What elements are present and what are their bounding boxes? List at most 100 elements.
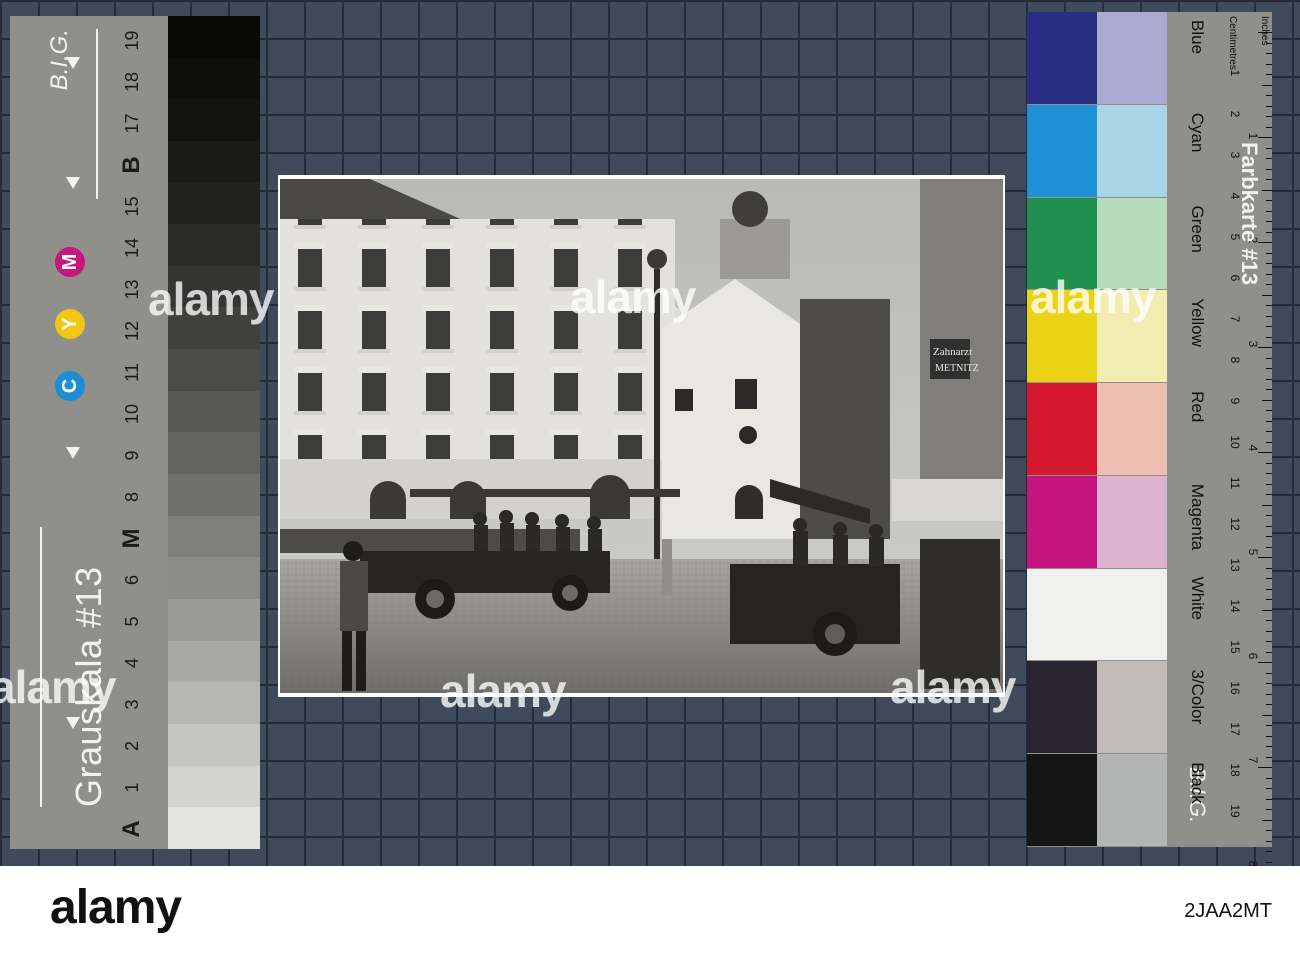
grey-scale-number: 3 [122,699,142,710]
ruler-tick [1266,651,1272,653]
ruler-tick [1266,777,1272,779]
ruler-tick [1266,809,1272,810]
ruler-tick [1266,515,1272,516]
ruler-tick [1266,704,1272,705]
grey-scale-number: M [118,528,145,549]
color-patch-light [1097,104,1167,197]
ruler-tick [1266,620,1272,621]
ruler-tick [1266,641,1272,642]
ruler-tick [1266,798,1272,800]
color-patch-label: White [1188,576,1207,621]
color-chart-title: Farbkarte #13 [1237,142,1262,286]
color-patch-dark [1027,754,1097,846]
grey-step [168,182,260,225]
ruler-tick [1266,368,1272,369]
grey-step [168,640,260,683]
ruler-cm-number: 18 [1228,763,1242,777]
ruler-inch-number: 6 [1246,652,1260,660]
grey-scale-brand: B.I.G. [46,29,98,199]
ruler-cm-number: 2 [1228,110,1242,118]
ruler-cm-number: 16 [1228,681,1242,695]
ruler-tick [1266,725,1272,726]
ruler-cm-number: 19 [1228,804,1242,818]
ruler-cm-number: 7 [1228,315,1242,323]
ruler-tick [1258,662,1272,663]
ruler-tick [1266,693,1272,695]
color-patch-label: Yellow [1188,298,1207,347]
arrow-icon [66,57,80,69]
color-patch-light [1097,568,1167,661]
ruler-tick [1266,326,1272,327]
ruler-tick [1266,74,1272,75]
ruler-tick [1266,378,1272,380]
ruler-tick [1266,284,1272,285]
color-patch-light [1097,661,1167,754]
ruler-tick [1266,53,1272,54]
watermark: alamy [148,273,274,325]
ruler-tick [1266,168,1272,170]
color-patch-dark [1027,475,1097,568]
ruler-tick [1262,609,1272,611]
ruler-tick [1266,357,1272,359]
grey-step [168,432,260,475]
ruler-tick [1266,788,1272,789]
grey-step [168,557,260,600]
arrow-icon [66,447,80,459]
ruler-cm-number: 15 [1228,640,1242,654]
ruler-tick [1266,315,1272,317]
grey-step [168,599,260,641]
ruler-cm-number: 13 [1228,558,1242,572]
color-patches: Blue Cyan Green Yellow Red Magenta White 3/Colo… [1027,12,1207,847]
ruler-cm-number: 9 [1228,397,1242,405]
color-chart-card: Inches Centimetres 1 2 3 4 5 6 7 8 1 2 3 4 5 6 7 8 9 10 11… [1027,12,1272,873]
ruler-tick [1266,672,1272,674]
ruler-inches-label: Inches [1259,16,1270,46]
grey-step [168,140,260,183]
ruler-tick [1266,389,1272,390]
shop-sign-line-2: METNITZ [935,363,979,374]
color-patch-dark [1027,661,1097,754]
ruler-tick [1266,200,1272,201]
ruler-tick [1262,504,1272,506]
ruler-tick [1266,683,1272,684]
grey-scale-number: 18 [122,71,142,93]
ruler-tick [1266,851,1272,852]
ruler-tick [1262,84,1272,86]
color-patch-dark [1027,568,1097,661]
ruler-cm-number: 12 [1228,517,1242,531]
ruler-inch-number: 5 [1246,548,1260,556]
ruler-tick [1262,294,1272,296]
ruler-tick [1266,410,1272,411]
ruler-tick [1266,252,1272,254]
color-patch-label: Magenta [1188,483,1207,551]
grey-step [168,474,260,516]
ruler-tick [1262,819,1272,821]
grey-scale-number: 9 [122,450,142,461]
grey-scale-number: 2 [122,741,142,752]
photo-scene: Zahnarzt METNITZ [280,179,1003,693]
stock-info-bar: alamy 2JAA2MT [0,866,1300,956]
ruler-cm-number: 14 [1228,599,1242,613]
cyan-dot: C [55,371,85,401]
ruler-tick [1266,42,1272,44]
color-patch-dark [1027,12,1097,104]
arrow-icon [66,177,80,189]
ruler-tick [1266,494,1272,495]
grey-scale-number: 12 [122,320,142,342]
ruler-tick [1266,147,1272,149]
yellow-dot: Y [55,309,85,339]
ruler-tick [1258,137,1272,138]
ruler-tick [1266,158,1272,159]
fire-brigade-square-photo: Zahnarzt METNITZ [280,179,1003,693]
watermark: alamy [440,665,566,717]
ruler-cm-number: 8 [1228,356,1242,364]
ruler-tick [1266,420,1272,422]
grey-scale-steps [168,15,260,849]
ruler-tick [1258,557,1272,558]
ruler-tick [1266,210,1272,212]
grey-step [168,682,260,725]
ruler-cm-label: Centimetres [1227,16,1238,70]
color-patch-light [1097,754,1167,846]
ruler-tick [1266,231,1272,233]
ruler-tick [1266,536,1272,537]
